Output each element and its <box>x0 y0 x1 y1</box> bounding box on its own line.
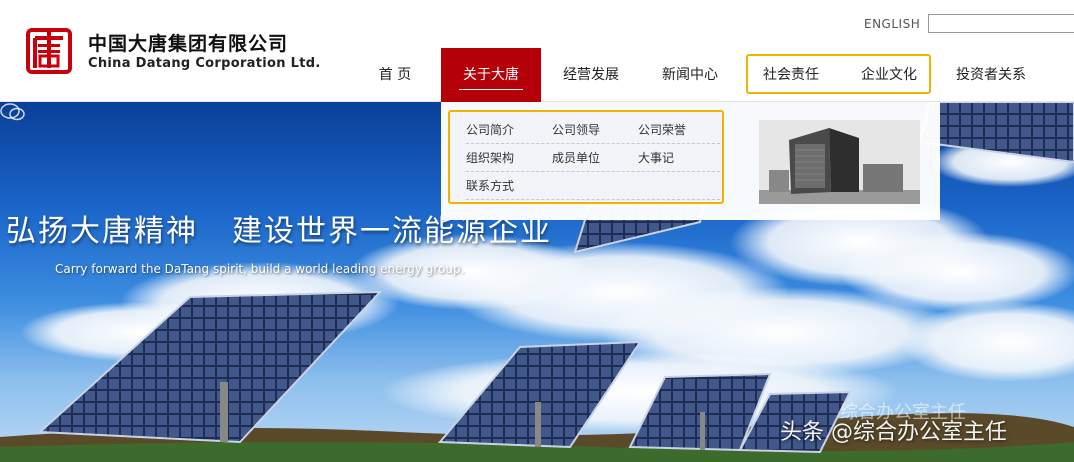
wechat-icon <box>0 103 25 121</box>
dropdown-contact[interactable]: 联系方式 <box>466 172 514 200</box>
hero-title-part1: 弘扬大唐精神 <box>6 214 198 249</box>
watermark-text: 头条 @综合办公室主任 <box>780 420 1007 445</box>
datang-seal-icon[interactable] <box>26 28 72 74</box>
dropdown-company-profile[interactable]: 公司简介 <box>466 116 514 144</box>
brand-name[interactable]: 中国大唐集团有限公司 China Datang Corporation Ltd. <box>88 33 321 73</box>
nav-about-datang[interactable]: 关于大唐 <box>441 48 541 102</box>
dropdown-milestones[interactable]: 大事记 <box>638 144 674 172</box>
dropdown-member-units[interactable]: 成员单位 <box>552 144 600 172</box>
nav-business[interactable]: 经营发展 <box>553 48 629 102</box>
nav-corporate-culture[interactable]: 企业文化 <box>852 48 926 102</box>
dropdown-org-structure[interactable]: 组织架构 <box>466 144 514 172</box>
active-underline <box>459 89 523 90</box>
nav-investor-relations[interactable]: 投资者关系 <box>946 48 1036 102</box>
dropdown-company-leaders[interactable]: 公司领导 <box>552 116 600 144</box>
nav-news[interactable]: 新闻中心 <box>651 48 729 102</box>
building-illustration <box>759 120 920 204</box>
dropdown-company-honors[interactable]: 公司荣誉 <box>638 116 686 144</box>
hero-subtitle: Carry forward the DaTang spirit, build a… <box>55 262 465 276</box>
english-link[interactable]: ENGLISH <box>864 17 920 31</box>
nav-about-label: 关于大唐 <box>463 67 519 83</box>
nav-social-responsibility[interactable]: 社会责任 <box>754 48 828 102</box>
brand-name-cn: 中国大唐集团有限公司 <box>88 33 289 55</box>
nav-home[interactable]: 首 页 <box>362 48 428 102</box>
brand-name-en: China Datang Corporation Ltd. <box>88 56 321 71</box>
headquarters-building-photo[interactable] <box>759 120 920 204</box>
search-input[interactable] <box>928 14 1074 33</box>
